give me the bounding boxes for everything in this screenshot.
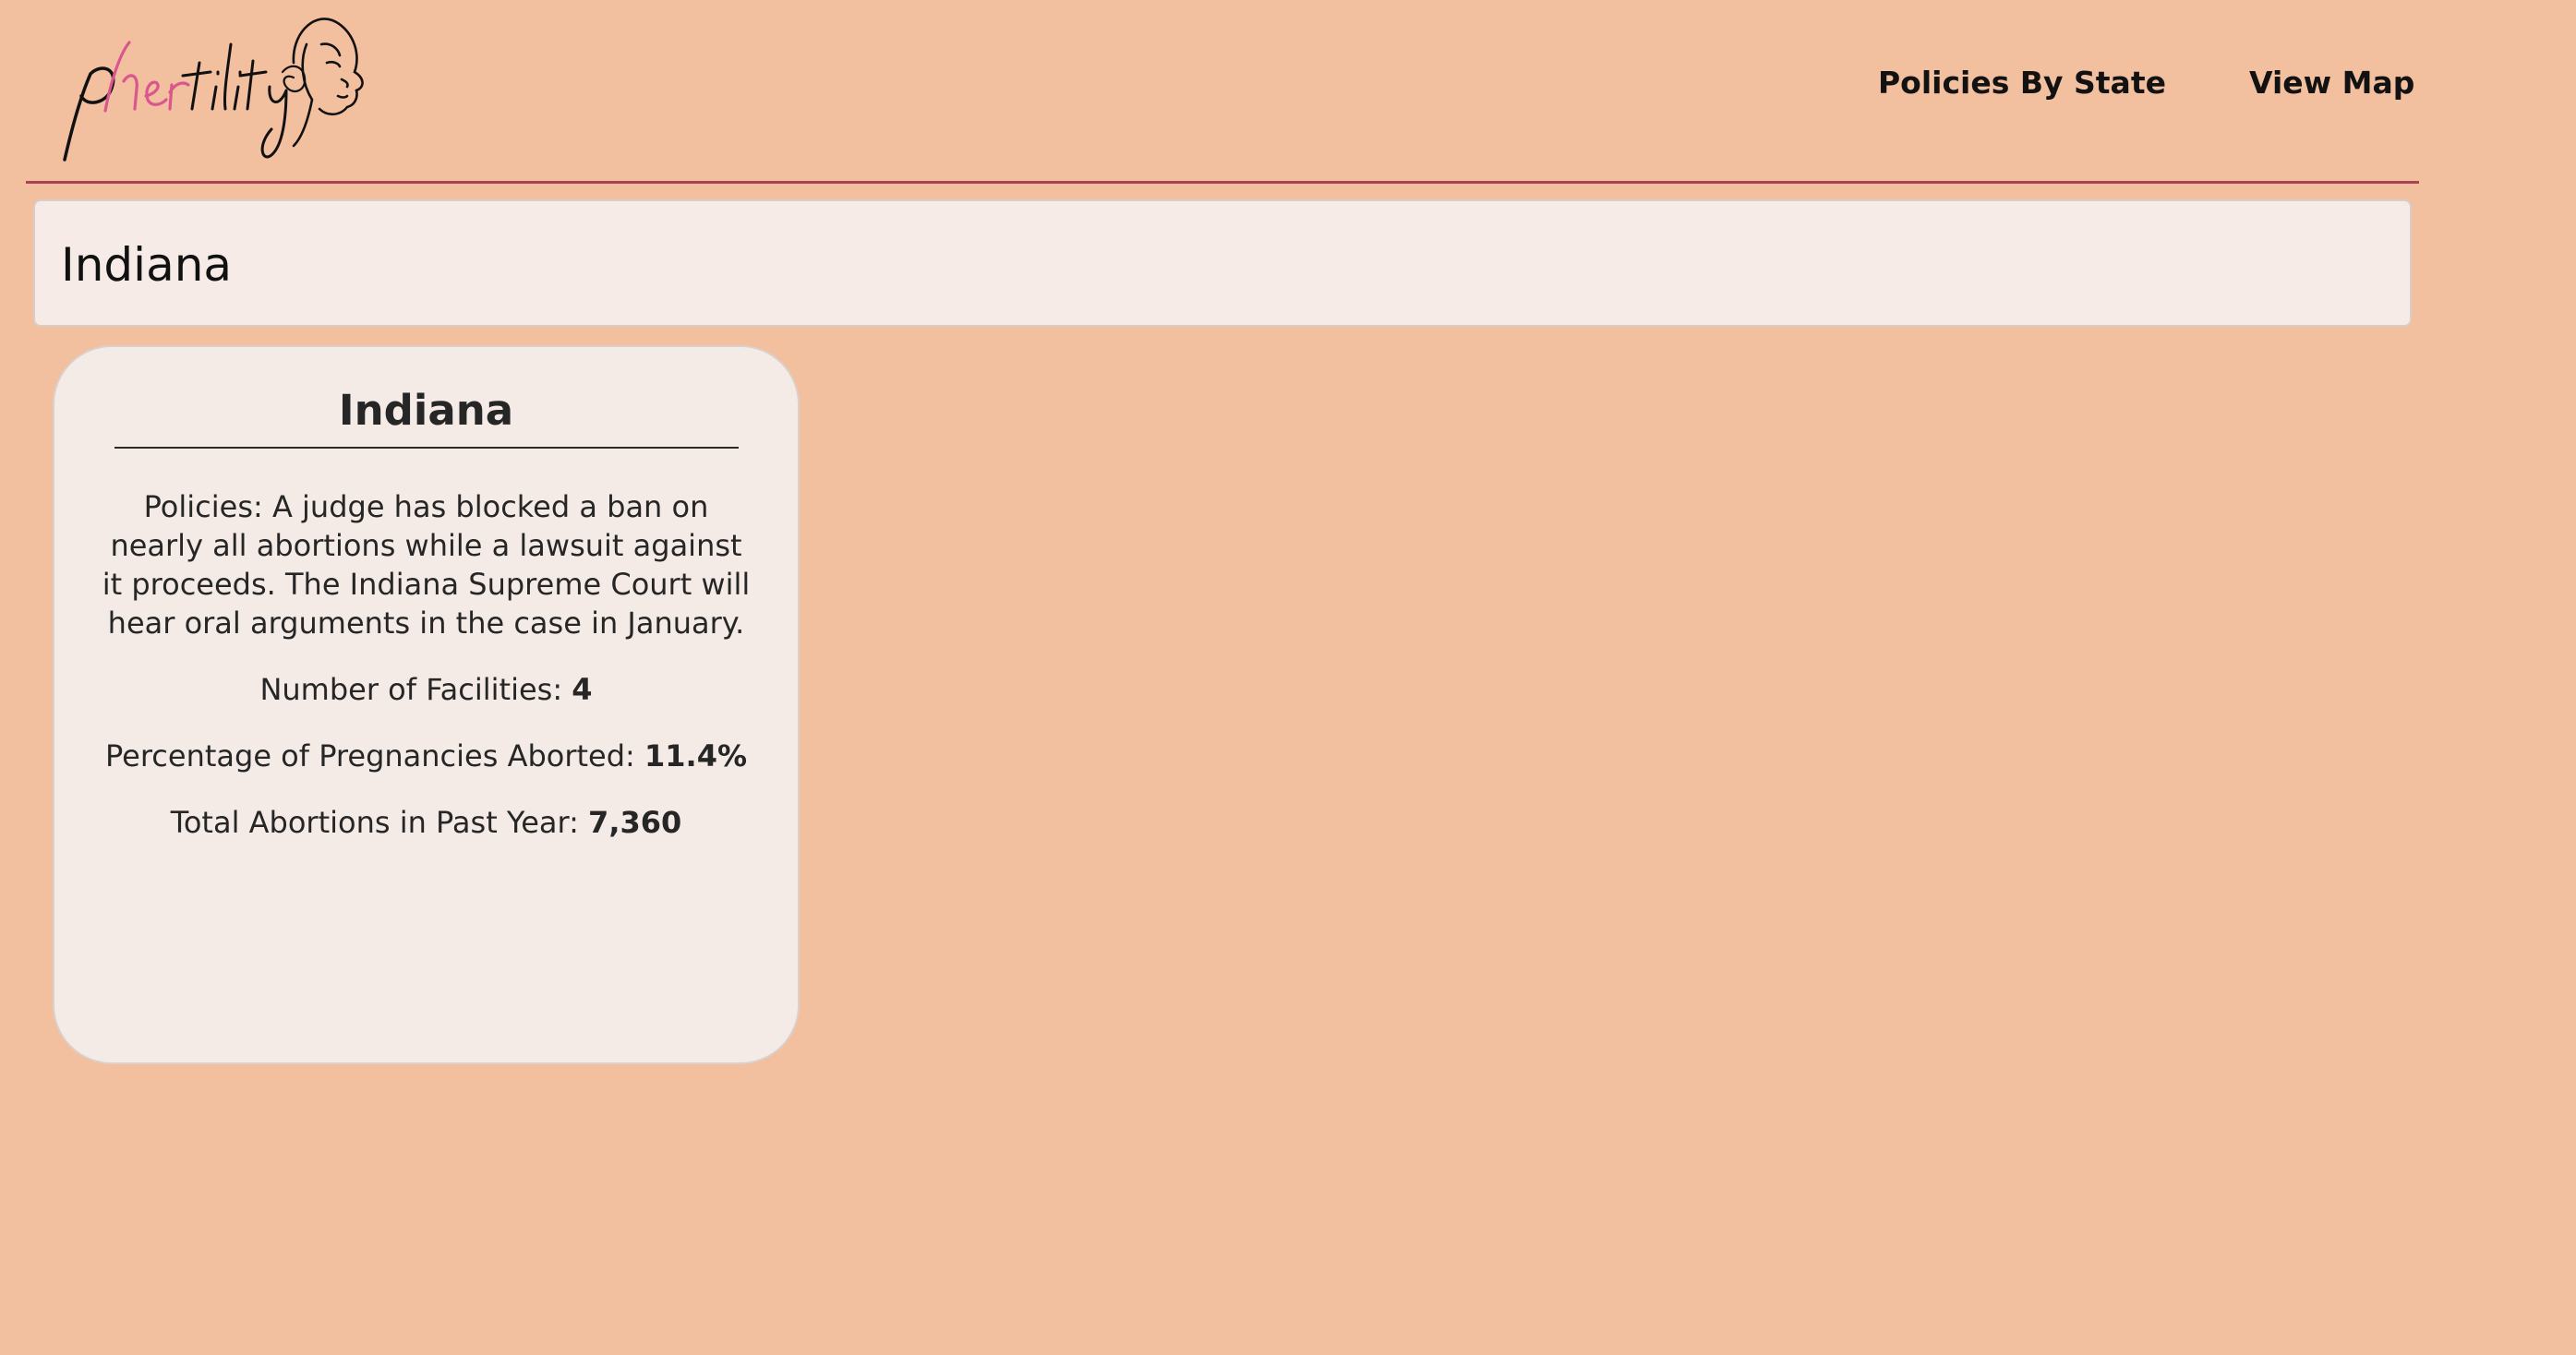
total-value: 7,360: [588, 805, 682, 840]
nav-view-map[interactable]: View Map: [2249, 65, 2414, 101]
state-search-input[interactable]: [61, 225, 2369, 305]
card-body: Policies: A judge has blocked a ban on n…: [97, 487, 755, 869]
header-divider: [26, 181, 2419, 184]
total-label: Total Abortions in Past Year:: [170, 805, 579, 840]
phertility-logo[interactable]: [44, 7, 386, 170]
state-search-box: [33, 199, 2412, 327]
percent-aborted-stat: Percentage of Pregnancies Aborted: 11.4%: [97, 737, 755, 775]
facilities-stat: Number of Facilities: 4: [97, 670, 755, 709]
card-title: Indiana: [338, 386, 514, 435]
policies-label: Policies:: [143, 489, 263, 524]
card-title-divider: [114, 447, 739, 449]
state-info-card: Indiana Policies: A judge has blocked a …: [53, 345, 800, 1064]
facilities-label: Number of Facilities:: [259, 672, 563, 707]
logo-lineart-icon: [63, 18, 364, 162]
nav-policies-by-state[interactable]: Policies By State: [1878, 65, 2166, 101]
percent-label: Percentage of Pregnancies Aborted:: [104, 738, 635, 773]
policies-text: Policies: A judge has blocked a ban on n…: [97, 487, 755, 642]
percent-value: 11.4%: [644, 738, 748, 773]
total-abortions-stat: Total Abortions in Past Year: 7,360: [97, 803, 755, 842]
facilities-value: 4: [572, 672, 593, 707]
site-header: Policies By State View Map: [0, 0, 2419, 184]
